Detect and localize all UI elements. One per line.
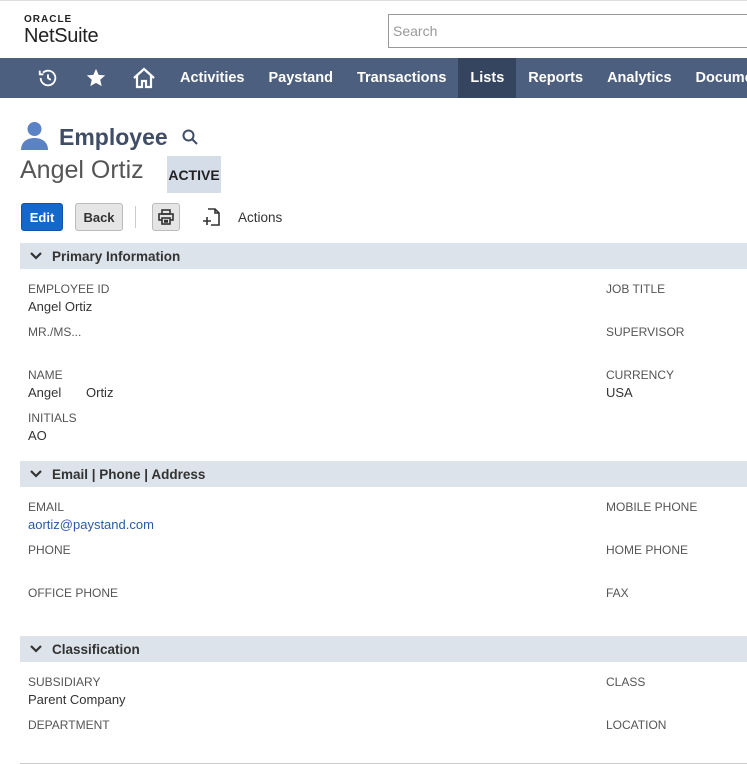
- nav-paystand[interactable]: Paystand: [256, 58, 344, 98]
- record-type-title: Employee: [59, 124, 168, 150]
- record-search-icon[interactable]: [182, 129, 198, 150]
- logo-oracle-text: ORACLE: [24, 14, 73, 25]
- section-email-phone-address[interactable]: Email | Phone | Address: [20, 461, 747, 487]
- employee-person-icon: [20, 120, 49, 155]
- subsidiary-value: Parent Company: [28, 692, 126, 707]
- main-nav: Activities Paystand Transactions Lists R…: [0, 58, 747, 98]
- home-phone-label: HOME PHONE: [606, 543, 689, 557]
- nav-activities[interactable]: Activities: [168, 58, 256, 98]
- toolbar-divider: [135, 206, 136, 228]
- top-header: ORACLE NetSuite: [0, 0, 747, 58]
- subsidiary-label: SUBSIDIARY: [28, 675, 101, 689]
- currency-label: CURRENCY: [606, 368, 675, 382]
- print-button[interactable]: [152, 203, 180, 231]
- employee-id-label: EMPLOYEE ID: [28, 282, 110, 296]
- print-icon: [158, 209, 174, 225]
- employee-id-value: Angel Ortiz: [28, 299, 93, 314]
- home-icon[interactable]: [120, 58, 168, 98]
- nav-transactions[interactable]: Transactions: [345, 58, 458, 98]
- nav-reports[interactable]: Reports: [516, 58, 595, 98]
- initials-label: INITIALS: [28, 411, 77, 425]
- fax-label: FAX: [606, 586, 629, 600]
- record-type-header: Employee: [20, 120, 198, 155]
- nav-lists[interactable]: Lists: [458, 58, 517, 98]
- nav-analytics[interactable]: Analytics: [595, 58, 683, 98]
- nav-documents[interactable]: Documents: [684, 58, 747, 98]
- job-title-label: JOB TITLE: [606, 282, 666, 296]
- department-label: DEPARTMENT: [28, 718, 110, 732]
- initials-value: AO: [28, 428, 47, 443]
- supervisor-label: SUPERVISOR: [606, 325, 685, 339]
- global-search-input[interactable]: [389, 15, 747, 47]
- section-title: Primary Information: [52, 248, 181, 264]
- chevron-down-icon[interactable]: [20, 470, 52, 478]
- currency-value: USA: [606, 385, 633, 400]
- mr-ms-label: MR./MS...: [28, 325, 82, 339]
- netsuite-logo[interactable]: ORACLE NetSuite: [24, 14, 99, 47]
- section-title: Email | Phone | Address: [52, 466, 206, 482]
- section-classification[interactable]: Classification: [20, 636, 747, 662]
- name-label: NAME: [28, 368, 63, 382]
- location-label: LOCATION: [606, 718, 667, 732]
- email-link[interactable]: aortiz@paystand.com: [28, 517, 154, 532]
- logo-netsuite-text: NetSuite: [24, 25, 99, 47]
- back-button[interactable]: Back: [75, 203, 123, 231]
- class-label: CLASS: [606, 675, 646, 689]
- last-name-value: Ortiz: [86, 385, 114, 400]
- global-search: [388, 14, 747, 48]
- favorites-star-icon[interactable]: [72, 58, 120, 98]
- section-primary-information[interactable]: Primary Information: [20, 243, 747, 269]
- record-name: Angel Ortiz: [20, 156, 144, 184]
- new-document-icon[interactable]: [202, 203, 222, 231]
- office-phone-label: OFFICE PHONE: [28, 586, 119, 600]
- chevron-down-icon[interactable]: [20, 252, 52, 260]
- email-label: EMAIL: [28, 500, 65, 514]
- mobile-phone-label: MOBILE PHONE: [606, 500, 698, 514]
- record-toolbar: Edit Back Actions: [21, 203, 282, 231]
- status-badge: ACTIVE: [167, 156, 221, 193]
- first-name-value: Angel: [28, 385, 62, 400]
- actions-menu[interactable]: Actions: [238, 210, 282, 225]
- edit-button[interactable]: Edit: [21, 203, 63, 231]
- chevron-down-icon[interactable]: [20, 645, 52, 653]
- section-title: Classification: [52, 641, 140, 657]
- recent-records-icon[interactable]: [24, 58, 72, 98]
- phone-label: PHONE: [28, 543, 71, 557]
